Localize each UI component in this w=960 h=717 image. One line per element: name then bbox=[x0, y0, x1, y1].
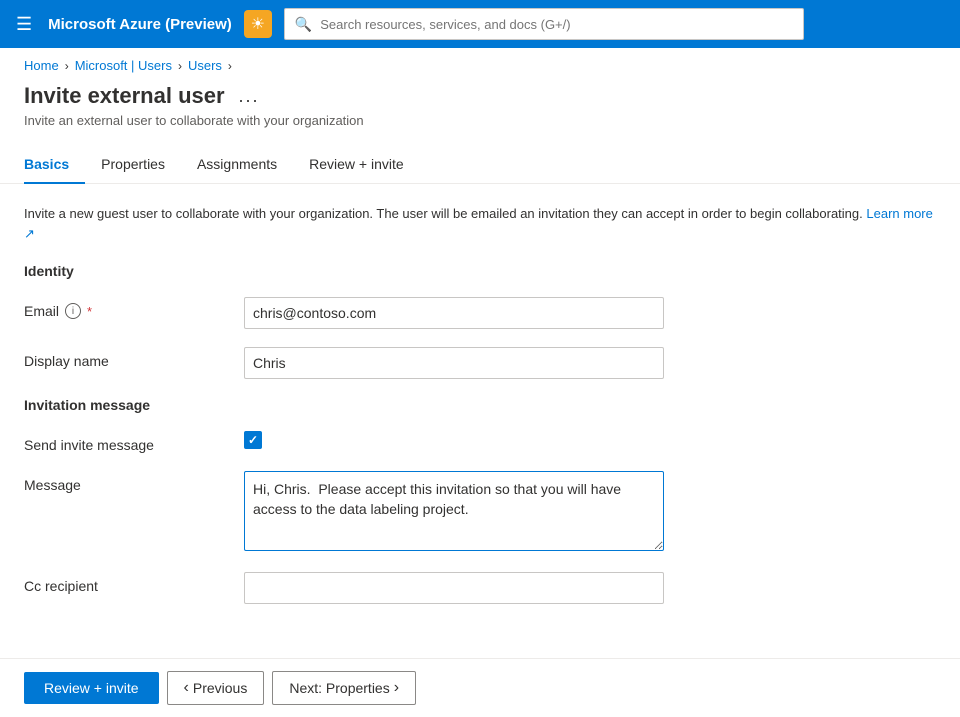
page-subtitle: Invite an external user to collaborate w… bbox=[24, 113, 936, 128]
display-name-input-container: Chris bbox=[244, 347, 664, 379]
app-title: Microsoft Azure (Preview) bbox=[48, 16, 232, 33]
main-content: Invite a new guest user to collaborate w… bbox=[0, 184, 960, 642]
page-header: Invite external user ... Invite an exter… bbox=[0, 79, 960, 138]
breadcrumb-chevron-1: › bbox=[65, 59, 69, 73]
display-name-form-row: Display name Chris bbox=[24, 347, 936, 379]
notification-icon[interactable]: ☀ bbox=[244, 10, 272, 38]
send-invite-label: Send invite message bbox=[24, 431, 244, 453]
top-navigation-bar: ☰ Microsoft Azure (Preview) ☀ 🔍 bbox=[0, 0, 960, 48]
breadcrumb: Home › Microsoft | Users › Users › bbox=[0, 48, 960, 79]
chevron-right-icon bbox=[394, 679, 399, 697]
search-input[interactable] bbox=[320, 17, 793, 32]
email-input[interactable]: chris@contoso.com bbox=[244, 297, 664, 329]
tab-review-invite[interactable]: Review + invite bbox=[293, 146, 420, 184]
tabs-container: Basics Properties Assignments Review + i… bbox=[0, 146, 960, 184]
email-form-row: Email i * chris@contoso.com bbox=[24, 297, 936, 329]
send-invite-checkbox[interactable] bbox=[244, 431, 262, 449]
previous-button[interactable]: Previous bbox=[167, 671, 265, 705]
email-required-star: * bbox=[87, 304, 92, 319]
tab-basics[interactable]: Basics bbox=[24, 146, 85, 184]
cc-recipient-form-row: Cc recipient bbox=[24, 572, 936, 604]
tab-properties[interactable]: Properties bbox=[85, 146, 181, 184]
info-text: Invite a new guest user to collaborate w… bbox=[24, 204, 936, 243]
breadcrumb-microsoft-users[interactable]: Microsoft | Users bbox=[75, 58, 172, 73]
message-textarea[interactable]: Hi, Chris. Please accept this invitation… bbox=[244, 471, 664, 551]
breadcrumb-users[interactable]: Users bbox=[188, 58, 222, 73]
cc-recipient-label: Cc recipient bbox=[24, 572, 244, 594]
display-name-input[interactable]: Chris bbox=[244, 347, 664, 379]
send-invite-checkbox-container bbox=[244, 431, 664, 449]
display-name-label: Display name bbox=[24, 347, 244, 369]
cc-recipient-input[interactable] bbox=[244, 572, 664, 604]
footer: Review + invite Previous Next: Propertie… bbox=[0, 658, 960, 717]
breadcrumb-chevron-2: › bbox=[178, 59, 182, 73]
more-actions-button[interactable]: ... bbox=[235, 84, 264, 109]
tab-assignments[interactable]: Assignments bbox=[181, 146, 293, 184]
send-invite-form-row: Send invite message bbox=[24, 431, 936, 453]
chevron-left-icon bbox=[184, 679, 189, 697]
message-form-row: Message Hi, Chris. Please accept this in… bbox=[24, 471, 936, 554]
next-button[interactable]: Next: Properties bbox=[272, 671, 416, 705]
identity-section-heading: Identity bbox=[24, 263, 936, 279]
message-textarea-container: Hi, Chris. Please accept this invitation… bbox=[244, 471, 664, 554]
email-input-container: chris@contoso.com bbox=[244, 297, 664, 329]
cc-recipient-input-container bbox=[244, 572, 664, 604]
global-search-bar[interactable]: 🔍 bbox=[284, 8, 804, 40]
message-label: Message bbox=[24, 471, 244, 493]
breadcrumb-home[interactable]: Home bbox=[24, 58, 59, 73]
search-icon: 🔍 bbox=[295, 16, 312, 33]
email-info-icon[interactable]: i bbox=[65, 303, 81, 319]
review-invite-button[interactable]: Review + invite bbox=[24, 672, 159, 704]
email-label: Email i * bbox=[24, 297, 244, 319]
breadcrumb-chevron-3: › bbox=[228, 59, 232, 73]
page-title: Invite external user bbox=[24, 83, 225, 109]
hamburger-menu-icon[interactable]: ☰ bbox=[12, 10, 36, 39]
invitation-section-heading: Invitation message bbox=[24, 397, 936, 413]
